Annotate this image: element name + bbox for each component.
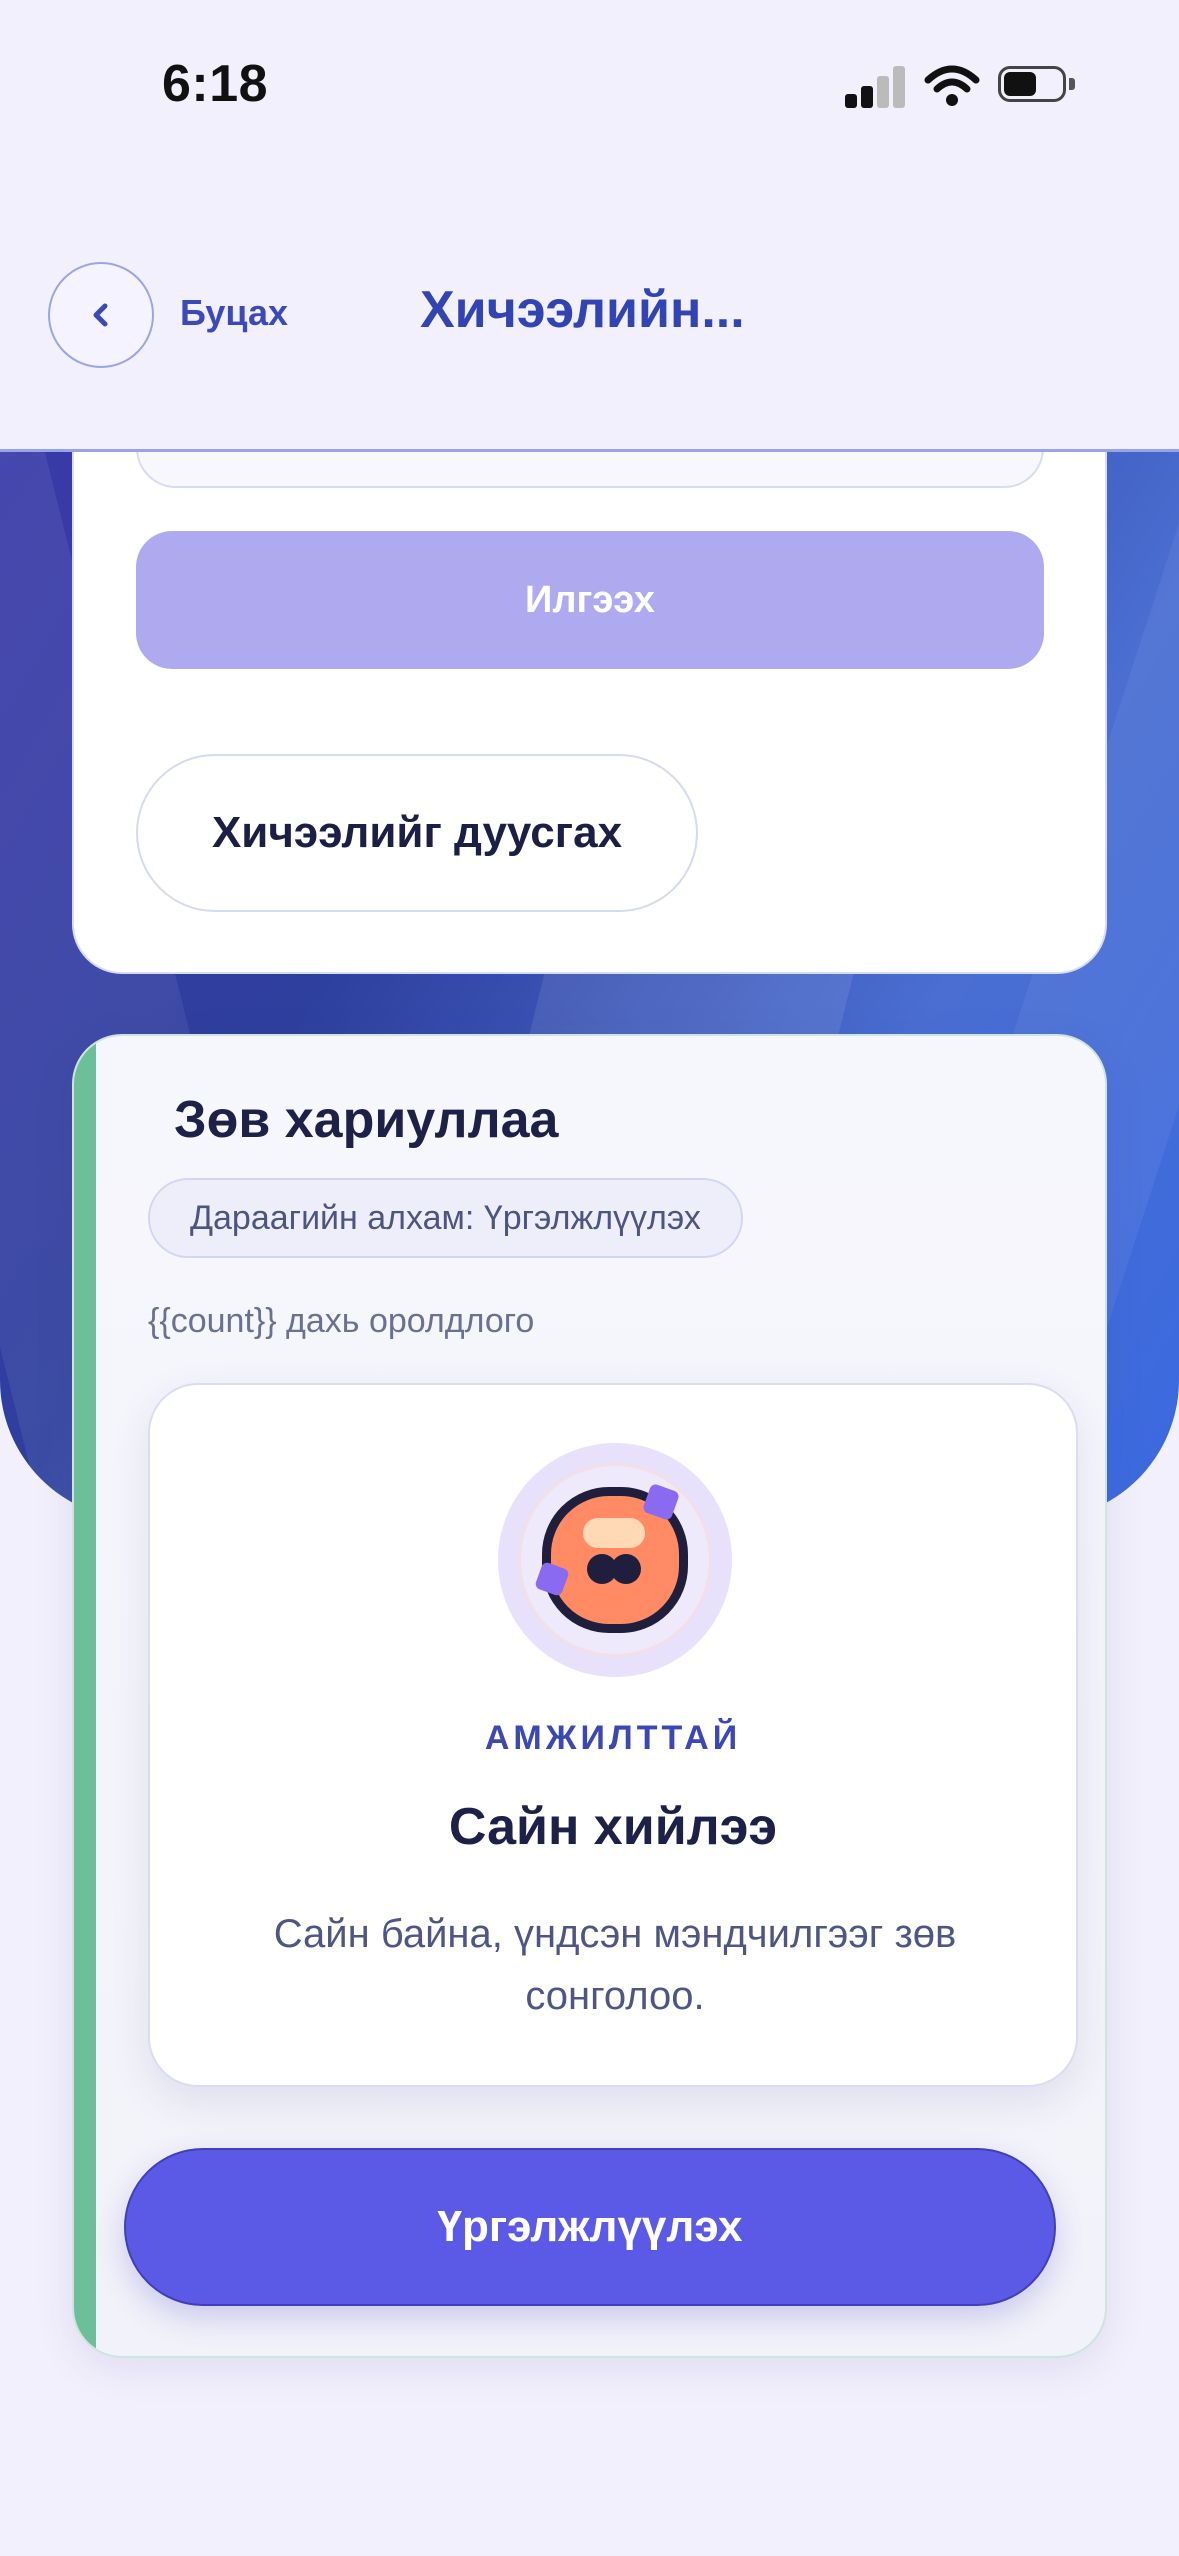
next-step-chip: Дараагийн алхам: Үргэлжлүүлэх [148, 1178, 743, 1258]
send-button[interactable]: Илгээх [136, 531, 1044, 669]
chevron-left-icon [93, 303, 108, 327]
battery-icon [998, 66, 1076, 106]
answer-card: Илгээх Хичээлийг дуусгах [72, 380, 1107, 974]
top-navigation-bar: Буцах Хичээлийн... [0, 170, 1179, 452]
back-label[interactable]: Буцах [180, 292, 288, 334]
cellular-signal-icon [845, 66, 905, 108]
result-title: Зөв хариуллаа [174, 1091, 559, 1149]
back-button[interactable] [48, 262, 154, 368]
success-accent-bar [74, 1036, 96, 2356]
attempt-count: {{count}} дахь оролдлого [148, 1302, 535, 1340]
status-bar: 6:18 [0, 0, 1179, 170]
wifi-icon [924, 65, 980, 106]
result-card: Зөв хариуллаа Дараагийн алхам: Үргэлжлүү… [72, 1034, 1107, 2358]
finish-lesson-button[interactable]: Хичээлийг дуусгах [136, 754, 698, 912]
continue-button[interactable]: Үргэлжлүүлэх [124, 2148, 1056, 2306]
feedback-message: Сайн байна, үндсэн мэндчилгээг зөв сонго… [273, 1912, 957, 2018]
feedback-card: АМЖИЛТТАЙ Сайн хийлээ Сайн байна, үндсэн… [148, 1383, 1078, 2087]
mascot-icon [498, 1443, 732, 1677]
page-title: Хичээлийн... [420, 281, 745, 339]
status-badge: АМЖИЛТТАЙ [484, 1719, 742, 1757]
status-time: 6:18 [162, 55, 269, 113]
feedback-title: Сайн хийлээ [448, 1798, 778, 1856]
